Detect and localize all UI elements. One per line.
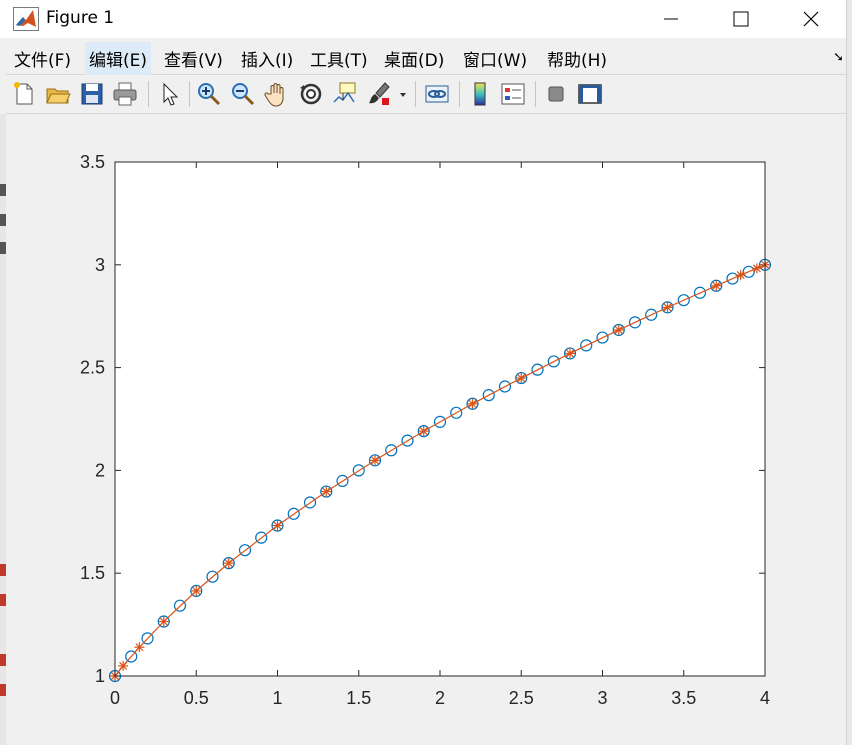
x-tick-label: 2.5 [509, 688, 534, 708]
star-marker [516, 373, 527, 384]
y-tick-label: 3.5 [80, 152, 105, 172]
star-marker [735, 270, 746, 281]
star-marker [134, 642, 145, 653]
star-marker [321, 486, 332, 497]
x-tick-label: 3.5 [671, 688, 696, 708]
star-marker [223, 558, 234, 569]
x-tick-label: 0.5 [184, 688, 209, 708]
star-marker [565, 348, 575, 359]
star-marker [613, 324, 624, 335]
x-tick-label: 1.5 [346, 688, 371, 708]
star-marker [370, 455, 380, 466]
star-marker [191, 585, 202, 596]
star-marker [662, 302, 673, 313]
star-marker [158, 616, 169, 627]
star-marker [711, 280, 722, 291]
y-tick-label: 1 [95, 666, 105, 686]
x-tick-label: 2 [435, 688, 445, 708]
y-tick-label: 1.5 [80, 563, 105, 583]
plot-area[interactable] [115, 162, 765, 676]
y-tick-label: 3 [95, 255, 105, 275]
star-marker [467, 398, 478, 409]
star-marker [418, 426, 429, 437]
x-tick-label: 3 [597, 688, 607, 708]
star-marker [272, 520, 283, 531]
y-tick-label: 2 [95, 460, 105, 480]
y-tick-label: 2.5 [80, 358, 105, 378]
x-tick-label: 0 [110, 688, 120, 708]
x-tick-label: 4 [760, 688, 770, 708]
x-tick-label: 1 [272, 688, 282, 708]
chart: 0 0.5 1 1.5 2 2.5 3 3.5 4 1 1.5 2 2.5 3 3.5 [80, 152, 772, 708]
star-marker [118, 660, 129, 671]
